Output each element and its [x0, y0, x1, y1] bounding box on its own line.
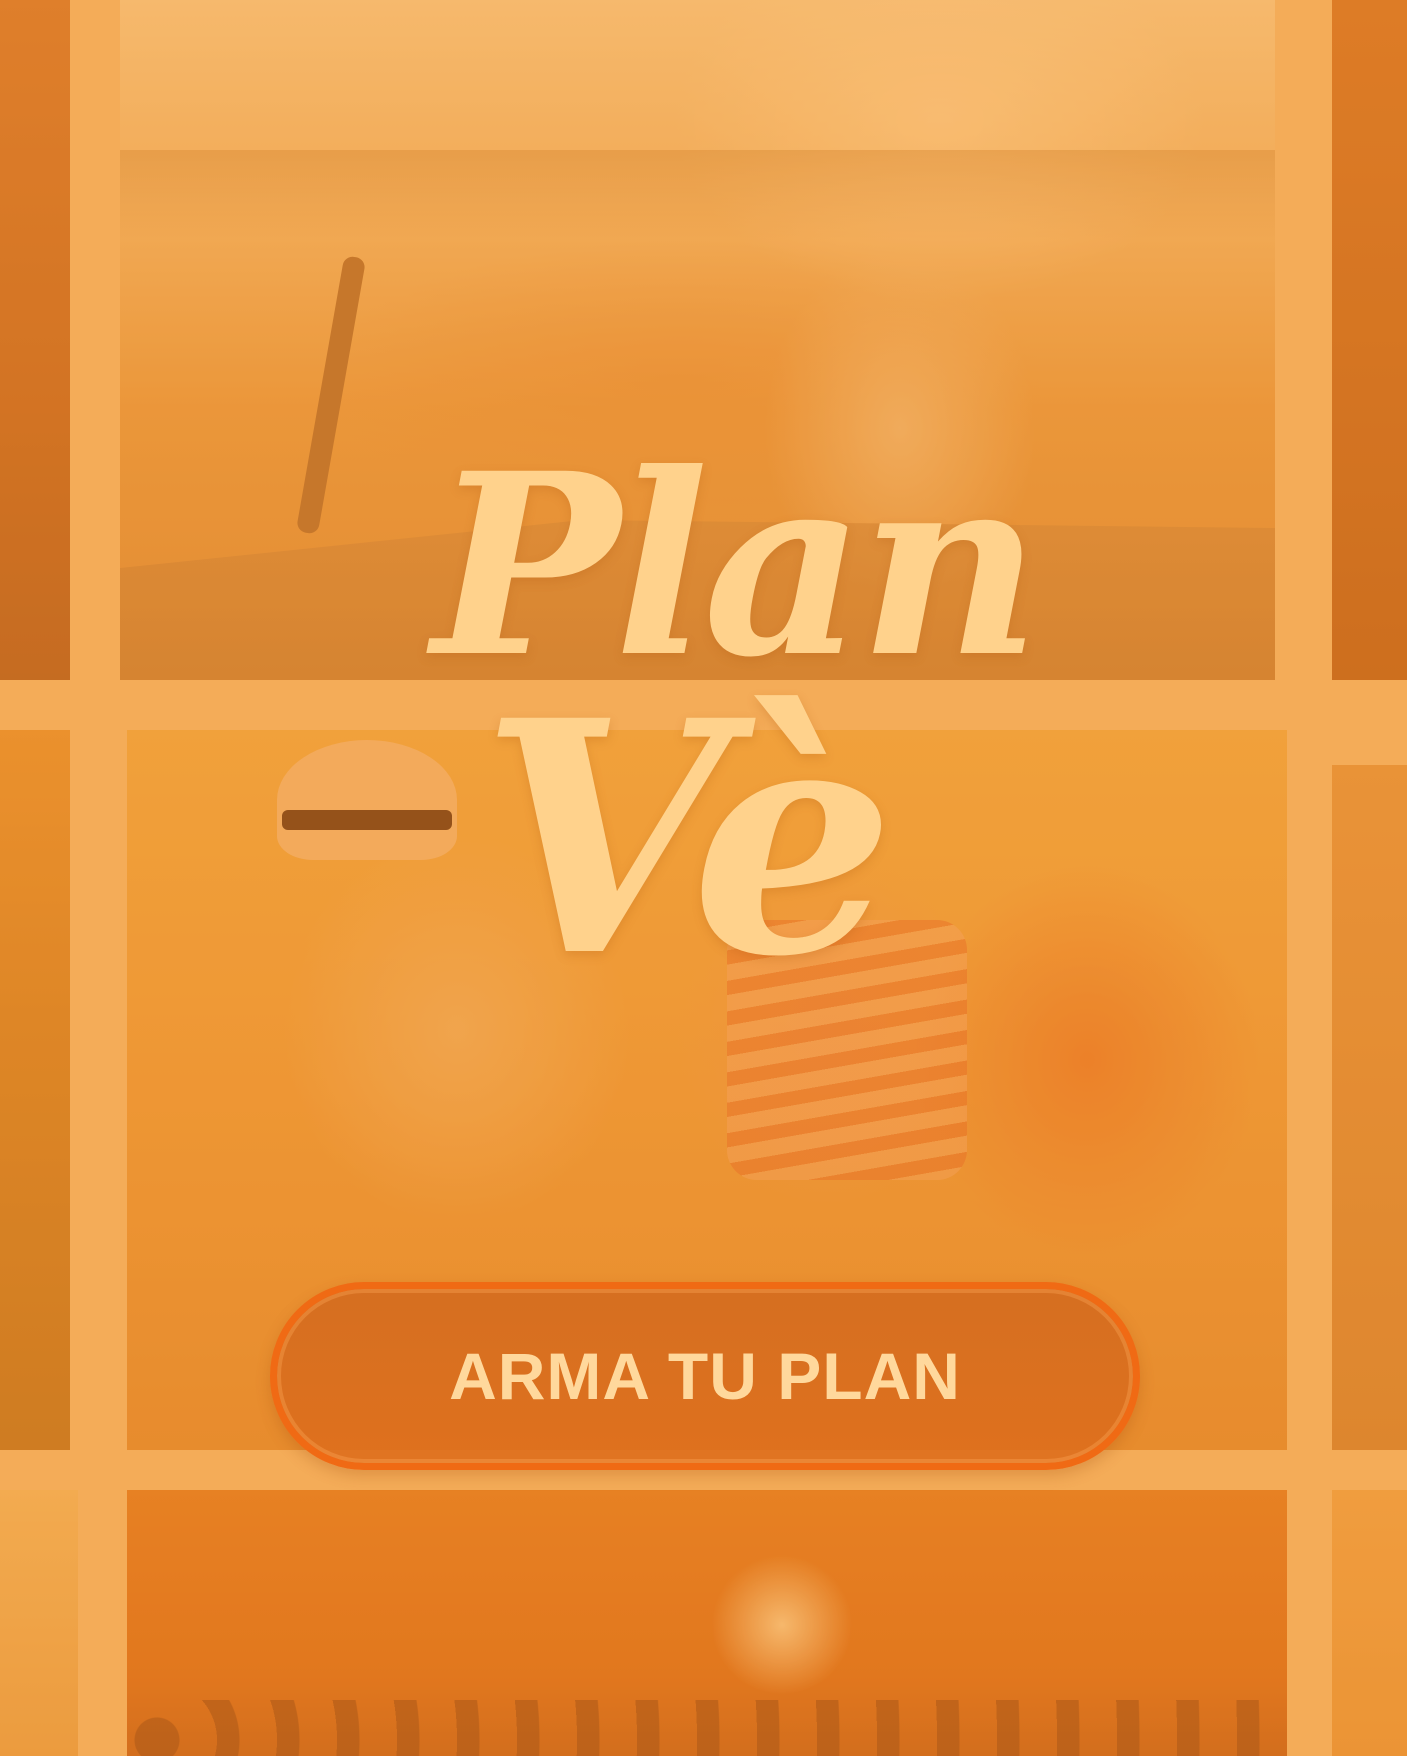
cta-label: ARMA TU PLAN [449, 1339, 961, 1413]
logo-word-ve: Vè [480, 652, 895, 1027]
photo-concert [127, 1490, 1287, 1756]
photo-tile [1332, 1490, 1407, 1756]
photo-shore [120, 150, 1275, 240]
photo-tile [0, 1490, 78, 1756]
arma-tu-plan-button[interactable]: ARMA TU PLAN [270, 1282, 1140, 1470]
landing-hero: Plan Vè ARMA TU PLAN [0, 0, 1407, 1756]
photo-crowd [127, 1700, 1287, 1756]
brand-logo: Plan Vè [0, 440, 1407, 1000]
